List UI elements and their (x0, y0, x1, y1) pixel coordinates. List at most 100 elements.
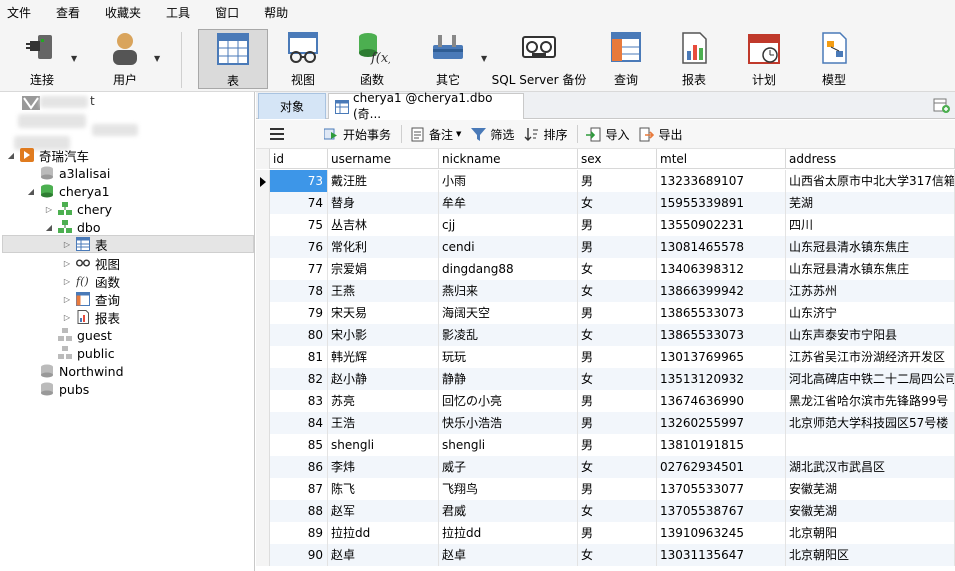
cell-username[interactable]: 宋小影 (328, 324, 439, 346)
cell-nickname[interactable]: 赵卓 (439, 544, 578, 566)
cell-id[interactable]: 76 (270, 236, 328, 258)
import-button[interactable]: 导入 (586, 126, 629, 143)
cell-id[interactable]: 81 (270, 346, 328, 368)
table-row[interactable]: 78 王燕 燕归来女 13866399942 江苏苏州 (270, 280, 955, 302)
table-row[interactable]: 89 拉拉dd 拉拉dd 男 13910963245 北京朝阳 (270, 522, 955, 544)
cell-nickname[interactable]: cjj (439, 214, 578, 236)
column-header-sex[interactable]: sex (578, 149, 657, 169)
tree-schema-guest[interactable]: guest (44, 326, 112, 344)
menu-help[interactable]: 帮助 (257, 4, 288, 21)
collapse-icon[interactable]: ◢ (44, 223, 54, 232)
cell-username[interactable]: 赵小静 (328, 368, 439, 390)
cell-nickname[interactable]: 海阔天空 (439, 302, 578, 324)
cell-nickname[interactable]: 燕归来 (439, 280, 578, 302)
row-indicator[interactable] (256, 324, 270, 346)
tree-schema-public[interactable]: public (44, 344, 115, 362)
menu-tools[interactable]: 工具 (159, 4, 190, 21)
row-indicator[interactable] (256, 192, 270, 214)
table-row[interactable]: 81 韩光辉 玩玩男 13013769965 江苏省吴江市汾湖经济开发区 (270, 346, 955, 368)
tab-objects[interactable]: 对象 (258, 93, 326, 119)
cell-sex[interactable]: 男 (578, 522, 657, 544)
cell-address[interactable]: 山东冠县清水镇东焦庄 (786, 258, 955, 280)
cell-username[interactable]: 赵军 (328, 500, 439, 522)
tree-db-northwind[interactable]: Northwind (26, 362, 124, 380)
tree-item-functions[interactable]: ▷ f() 函数 (62, 272, 120, 290)
cell-id[interactable]: 84 (270, 412, 328, 434)
cell-mtel[interactable]: 13674636990 (657, 390, 786, 412)
cell-id[interactable]: 83 (270, 390, 328, 412)
cell-sex[interactable]: 男 (578, 434, 657, 456)
table-row[interactable]: 75 丛吉林 cjj 男 13550902231 四川 (270, 214, 955, 236)
expand-icon[interactable]: ▷ (62, 313, 72, 322)
cell-nickname[interactable]: 拉拉dd (439, 522, 578, 544)
cell-id[interactable]: 90 (270, 544, 328, 566)
table-row[interactable]: 90 赵卓 赵卓女 13031135647 北京朝阳区 (270, 544, 955, 566)
cell-sex[interactable]: 男 (578, 346, 657, 368)
table-row[interactable]: 76 常化利 cendi 男 13081465578 山东冠县清水镇东焦庄 (270, 236, 955, 258)
other-button[interactable]: 其它 (420, 29, 476, 89)
cell-sex[interactable]: 男 (578, 236, 657, 258)
cell-mtel[interactable]: 13081465578 (657, 236, 786, 258)
sqlserver-backup-button[interactable]: SQL Server 备份 (492, 29, 586, 89)
cell-sex[interactable]: 女 (578, 368, 657, 390)
tab-table-data[interactable]: cherya1 @cherya1.dbo (奇... (328, 91, 524, 121)
expand-icon[interactable]: ▷ (62, 277, 72, 286)
cell-nickname[interactable]: 飞翔鸟 (439, 478, 578, 500)
menu-view[interactable]: 查看 (49, 4, 80, 21)
cell-nickname[interactable]: 小雨 (439, 170, 578, 192)
model-button[interactable]: 模型 (806, 29, 862, 89)
cell-mtel[interactable]: 13031135647 (657, 544, 786, 566)
cell-id[interactable]: 86 (270, 456, 328, 478)
collapse-icon[interactable]: ◢ (26, 187, 36, 196)
cell-id[interactable]: 74 (270, 192, 328, 214)
cell-nickname[interactable]: shengli (439, 434, 578, 456)
sort-button[interactable]: 排序 (524, 126, 567, 143)
cell-nickname[interactable]: 静静 (439, 368, 578, 390)
cell-address[interactable]: 安徽芜湖 (786, 500, 955, 522)
cell-nickname[interactable]: 玩玩 (439, 346, 578, 368)
table-row[interactable]: 84 王浩 快乐小浩浩男 13260255997 北京师范大学科技园区57号楼 (270, 412, 955, 434)
cell-username[interactable]: shengli (328, 434, 439, 456)
cell-mtel[interactable]: 13013769965 (657, 346, 786, 368)
row-indicator[interactable] (256, 170, 270, 192)
cell-address[interactable]: 湖北武汉市武昌区 (786, 456, 955, 478)
connect-dropdown-icon[interactable]: ▼ (71, 54, 77, 63)
cell-sex[interactable]: 男 (578, 170, 657, 192)
cell-sex[interactable]: 女 (578, 324, 657, 346)
tree-db-pubs[interactable]: pubs (26, 380, 89, 398)
view-button[interactable]: 视图 (275, 29, 331, 89)
cell-address[interactable]: 山东冠县清水镇东焦庄 (786, 236, 955, 258)
new-table-icon[interactable] (933, 96, 951, 114)
tree-item-views[interactable]: ▷ 视图 (62, 254, 120, 272)
cell-id[interactable]: 87 (270, 478, 328, 500)
cell-sex[interactable]: 女 (578, 192, 657, 214)
cell-address[interactable]: 芜湖 (786, 192, 955, 214)
row-indicator[interactable] (256, 478, 270, 500)
cell-username[interactable]: 拉拉dd (328, 522, 439, 544)
tree-item-queries[interactable]: ▷ 查询 (62, 290, 120, 308)
cell-mtel[interactable]: 15955339891 (657, 192, 786, 214)
cell-address[interactable]: 北京师范大学科技园区57号楼 (786, 412, 955, 434)
row-indicator[interactable] (256, 434, 270, 456)
cell-sex[interactable]: 女 (578, 280, 657, 302)
cell-mtel[interactable]: 13233689107 (657, 170, 786, 192)
export-button[interactable]: 导出 (639, 126, 682, 143)
column-header-nickname[interactable]: nickname (439, 149, 578, 169)
menu-file[interactable]: 文件 (0, 4, 31, 21)
table-row[interactable]: 86 李炜 威子女 02762934501 湖北武汉市武昌区 (270, 456, 955, 478)
table-row[interactable]: 88 赵军 君威女 13705538767 安徽芜湖 (270, 500, 955, 522)
cell-id[interactable]: 85 (270, 434, 328, 456)
function-button[interactable]: f(x) 函数 (344, 29, 400, 89)
cell-nickname[interactable]: 影凌乱 (439, 324, 578, 346)
cell-username[interactable]: 韩光辉 (328, 346, 439, 368)
cell-nickname[interactable]: 快乐小浩浩 (439, 412, 578, 434)
cell-nickname[interactable]: cendi (439, 236, 578, 258)
cell-username[interactable]: 宋天易 (328, 302, 439, 324)
note-button[interactable]: 备注 ▼ (410, 126, 461, 143)
other-dropdown-icon[interactable]: ▼ (481, 54, 487, 63)
expand-icon[interactable]: ▷ (62, 295, 72, 304)
table-row[interactable]: 77 宗爱娟 dingdang88 女 13406398312 山东冠县清水镇东焦庄 (270, 258, 955, 280)
cell-address[interactable]: 北京朝阳 (786, 522, 955, 544)
report-button[interactable]: 报表 (666, 29, 722, 89)
row-indicator[interactable] (256, 302, 270, 324)
